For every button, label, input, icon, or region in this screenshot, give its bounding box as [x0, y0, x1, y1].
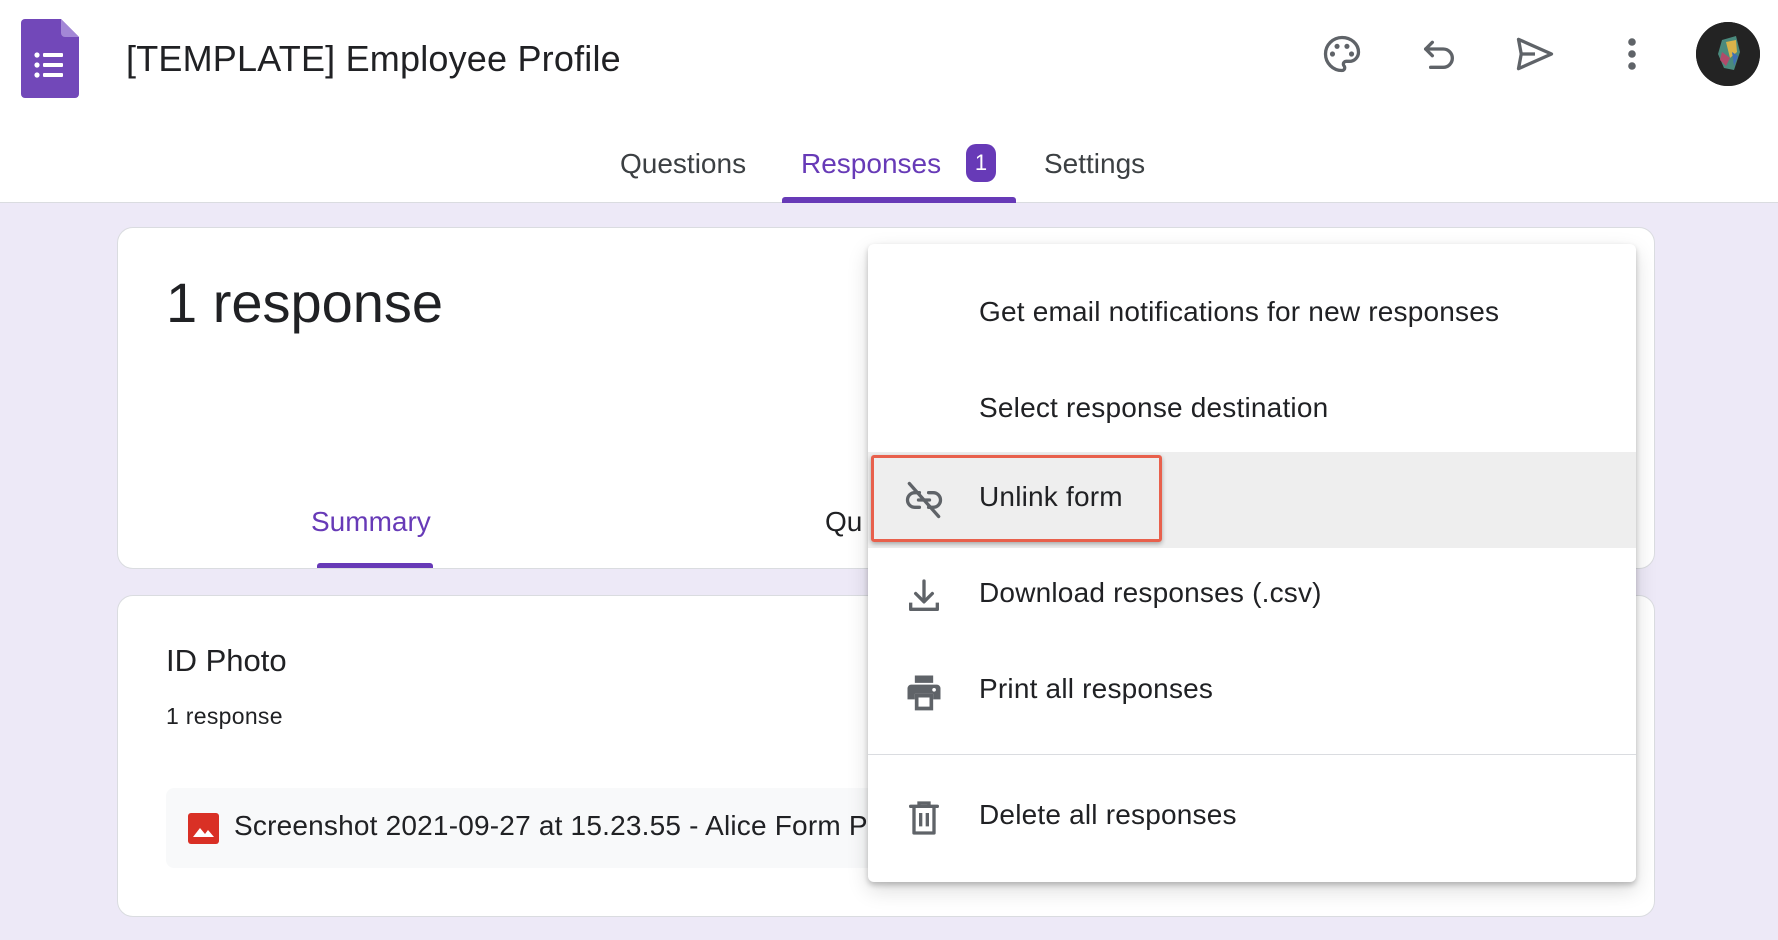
responses-count-badge: 1: [966, 144, 996, 182]
menu-item-delete-all[interactable]: Delete all responses: [868, 770, 1636, 866]
subtab-question[interactable]: Qu: [825, 506, 862, 538]
tab-responses[interactable]: Responses: [801, 148, 941, 180]
download-icon: [902, 574, 946, 618]
menu-item-print-all[interactable]: Print all responses: [868, 644, 1636, 740]
form-title[interactable]: [TEMPLATE] Employee Profile: [126, 38, 621, 80]
menu-item-label: Delete all responses: [979, 799, 1237, 830]
response-count-heading: 1 response: [166, 271, 444, 334]
menu-item-select-destination[interactable]: Select response destination: [868, 363, 1636, 459]
more-vert-icon[interactable]: [1606, 28, 1658, 80]
menu-item-label: Print all responses: [979, 673, 1214, 704]
print-icon: [902, 670, 946, 714]
trash-icon: [902, 796, 946, 840]
app-header: [TEMPLATE] Employee Profile Questions Re…: [0, 0, 1778, 203]
subtab-summary[interactable]: Summary: [311, 506, 431, 538]
undo-icon[interactable]: [1413, 28, 1465, 80]
menu-divider: [868, 754, 1636, 755]
tab-settings[interactable]: Settings: [1044, 148, 1145, 180]
menu-item-label: Get email notifications for new response…: [979, 296, 1500, 327]
menu-item-label: Select response destination: [979, 392, 1329, 423]
main-tabs: Questions Responses 1 Settings: [0, 140, 1778, 203]
annotation-highlight-box: [871, 455, 1162, 542]
subtab-indicator: [317, 563, 433, 568]
google-forms-logo-icon[interactable]: [21, 19, 79, 98]
responses-more-menu: Get email notifications for new response…: [868, 244, 1636, 882]
tab-questions[interactable]: Questions: [620, 148, 746, 180]
account-avatar[interactable]: [1696, 22, 1760, 86]
file-name: Screenshot 2021-09-27 at 15.23.55 - Alic…: [234, 810, 868, 841]
question-response-count: 1 response: [166, 703, 283, 729]
palette-icon[interactable]: [1316, 28, 1368, 80]
menu-item-download-csv[interactable]: Download responses (.csv): [868, 548, 1636, 644]
menu-item-label: Download responses (.csv): [979, 577, 1322, 608]
send-icon[interactable]: [1509, 28, 1561, 80]
question-title: ID Photo: [166, 643, 287, 678]
menu-item-email-notifications[interactable]: Get email notifications for new response…: [868, 267, 1636, 363]
image-file-icon: [188, 813, 219, 844]
active-tab-indicator: [782, 197, 1016, 203]
